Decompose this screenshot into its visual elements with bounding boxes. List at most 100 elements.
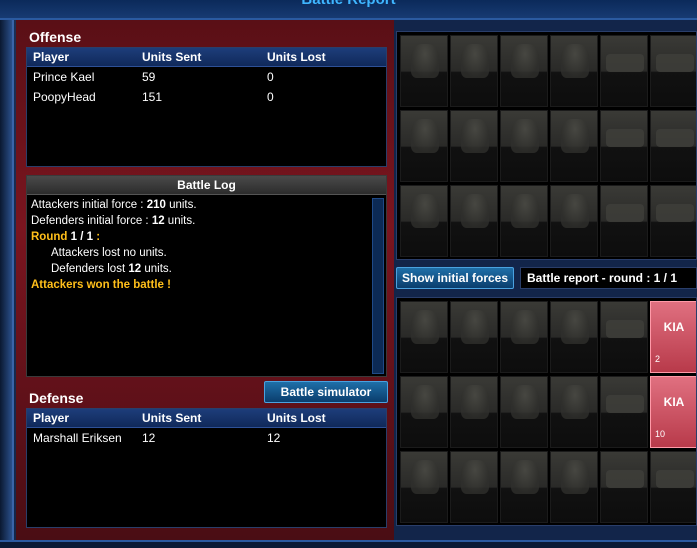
- log-result: Attackers won the battle !: [31, 279, 171, 291]
- units-lost: 0: [267, 70, 274, 84]
- player-name: PoopyHead: [33, 90, 96, 104]
- soldier-icon: [511, 44, 539, 78]
- offense-heading: Offense: [29, 29, 82, 45]
- soldier-icon: [461, 385, 489, 419]
- unit-tile[interactable]: [450, 35, 498, 107]
- unit-tile[interactable]: [550, 35, 598, 107]
- unit-tile[interactable]: [450, 376, 498, 448]
- unit-tile[interactable]: [650, 35, 696, 107]
- unit-tile[interactable]: [650, 451, 696, 523]
- offense-table: Player Units Sent Units Lost Prince Kael…: [26, 47, 387, 167]
- unit-tile[interactable]: [550, 376, 598, 448]
- col-units-lost: Units Lost: [267, 411, 326, 425]
- soldier-icon: [511, 385, 539, 419]
- battle-log-header: Battle Log: [27, 176, 386, 195]
- unit-tile[interactable]: [550, 110, 598, 182]
- unit-tile[interactable]: [600, 376, 648, 448]
- soldier-icon: [461, 460, 489, 494]
- unit-tile[interactable]: [500, 451, 548, 523]
- log-line: Defenders lost 12 units.: [51, 263, 172, 275]
- kia-count: 10: [655, 429, 666, 439]
- soldier-icon: [411, 44, 439, 78]
- kia-tile[interactable]: KIA 2: [650, 301, 696, 373]
- bottom-bar: [0, 540, 697, 548]
- left-border: [0, 20, 14, 540]
- unit-tile[interactable]: [600, 35, 648, 107]
- log-round: Round 1 / 1 :: [31, 231, 101, 243]
- units-sent: 59: [142, 70, 156, 84]
- log-line: Defenders initial force : 12 units.: [31, 215, 196, 227]
- soldier-icon: [511, 460, 539, 494]
- soldier-icon: [511, 119, 539, 153]
- battle-log-text: Attackers initial force : 210 units. Def…: [27, 195, 386, 295]
- units-lost: 12: [267, 431, 281, 445]
- table-row: Marshall Eriksen 12 12: [27, 428, 386, 448]
- unit-tile[interactable]: [600, 110, 648, 182]
- table-row: Prince Kael 59 0: [27, 67, 386, 87]
- vehicle-icon: [656, 129, 694, 147]
- unit-tile[interactable]: [400, 376, 448, 448]
- soldier-icon: [461, 44, 489, 78]
- vehicle-icon: [656, 470, 694, 488]
- battle-simulator-button[interactable]: Battle simulator: [264, 381, 388, 403]
- unit-tile[interactable]: [450, 451, 498, 523]
- table-row: PoopyHead 151 0: [27, 87, 386, 107]
- kia-count: 2: [655, 354, 661, 364]
- units-lost: 0: [267, 90, 274, 104]
- soldier-icon: [511, 310, 539, 344]
- col-player: Player: [33, 411, 70, 425]
- kia-tile[interactable]: KIA 10: [650, 376, 696, 448]
- unit-tile[interactable]: [400, 35, 448, 107]
- soldier-icon: [561, 460, 589, 494]
- col-player: Player: [33, 50, 70, 64]
- log-scrollbar[interactable]: [372, 198, 384, 374]
- kia-label: KIA: [663, 320, 685, 334]
- unit-tile[interactable]: [500, 185, 548, 257]
- unit-tile[interactable]: [500, 110, 548, 182]
- unit-tile[interactable]: [400, 110, 448, 182]
- unit-tile[interactable]: [550, 185, 598, 257]
- unit-tile[interactable]: [600, 185, 648, 257]
- unit-tile[interactable]: [600, 301, 648, 373]
- soldier-icon: [561, 119, 589, 153]
- vehicle-icon: [606, 320, 644, 338]
- unit-tile[interactable]: [650, 110, 696, 182]
- vehicle-icon: [656, 54, 694, 72]
- offense-table-header: Player Units Sent Units Lost: [27, 48, 386, 67]
- soldier-icon: [461, 119, 489, 153]
- initial-units-grid: [396, 31, 697, 260]
- units-sent: 12: [142, 431, 156, 445]
- unit-tile[interactable]: [500, 376, 548, 448]
- unit-tile[interactable]: [400, 301, 448, 373]
- vehicle-icon: [606, 470, 644, 488]
- defense-heading: Defense: [29, 390, 84, 406]
- unit-tile[interactable]: [550, 301, 598, 373]
- col-units-sent: Units Sent: [142, 411, 202, 425]
- soldier-icon: [511, 194, 539, 228]
- round-label: Battle report - round : 1 / 1: [520, 267, 697, 289]
- unit-tile[interactable]: [450, 185, 498, 257]
- log-line: Attackers initial force : 210 units.: [31, 199, 197, 211]
- soldier-icon: [461, 310, 489, 344]
- unit-tile[interactable]: [600, 451, 648, 523]
- kia-label: KIA: [663, 395, 685, 409]
- unit-tile[interactable]: [400, 451, 448, 523]
- vehicle-icon: [606, 54, 644, 72]
- defense-table-header: Player Units Sent Units Lost: [27, 409, 386, 428]
- page-title: Battle Report: [0, 0, 697, 8]
- unit-tile[interactable]: [550, 451, 598, 523]
- soldier-icon: [411, 310, 439, 344]
- unit-tile[interactable]: [450, 301, 498, 373]
- vehicle-icon: [656, 204, 694, 222]
- soldier-icon: [411, 460, 439, 494]
- show-initial-forces-button[interactable]: Show initial forces: [396, 267, 514, 289]
- unit-tile[interactable]: [500, 301, 548, 373]
- unit-tile[interactable]: [650, 185, 696, 257]
- soldier-icon: [461, 194, 489, 228]
- vehicle-icon: [606, 204, 644, 222]
- unit-tile[interactable]: [500, 35, 548, 107]
- unit-tile[interactable]: [400, 185, 448, 257]
- soldier-icon: [561, 44, 589, 78]
- col-units-lost: Units Lost: [267, 50, 326, 64]
- unit-tile[interactable]: [450, 110, 498, 182]
